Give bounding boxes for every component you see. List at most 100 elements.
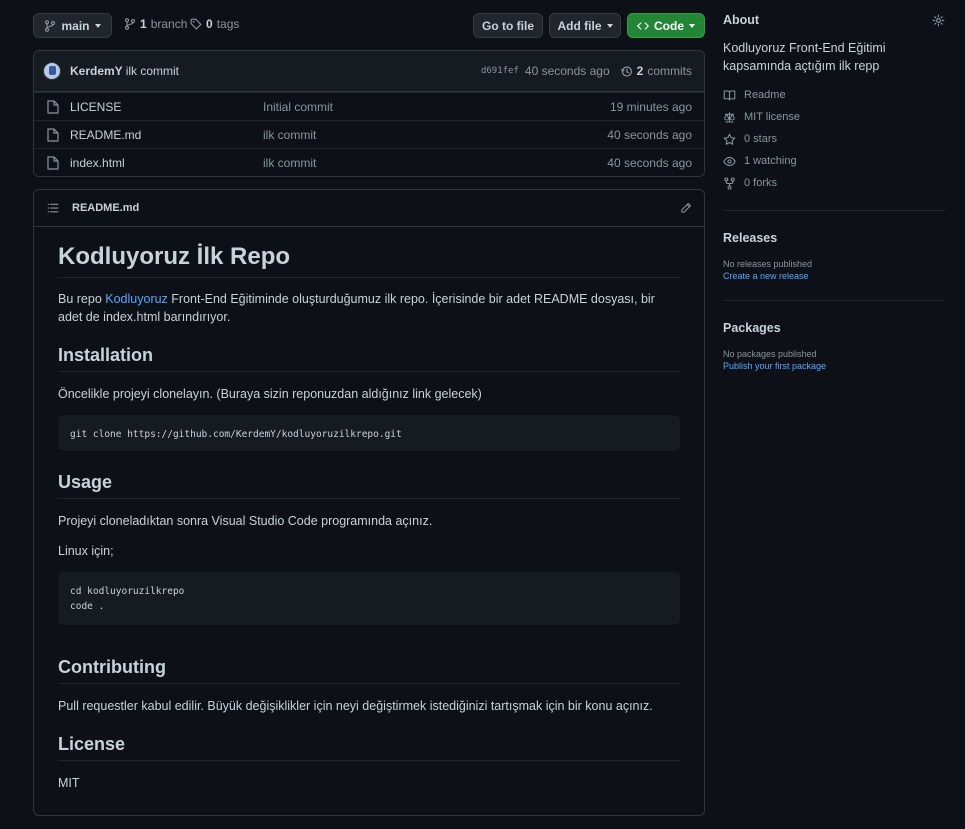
file-row[interactable]: index.html ilk commit 40 seconds ago [34,148,704,176]
file-name[interactable]: README.md [70,128,141,142]
code-button[interactable]: Code [627,13,705,38]
law-icon [723,111,736,124]
commit-meta: d691fef 40 seconds ago 2 commits [481,64,692,78]
readme-title: Kodluyoruz İlk Repo [58,243,680,278]
divider [723,300,945,301]
pencil-icon[interactable] [680,202,692,214]
readme-link[interactable]: Readme [723,84,945,106]
chevron-down-icon [606,23,613,28]
branch-name: main [61,18,90,33]
about-heading: About [723,13,760,27]
go-to-file-button[interactable]: Go to file [473,13,543,38]
commit-time: 40 seconds ago [524,64,610,78]
commit-count-label: commits [647,64,692,78]
file-icon [47,155,59,170]
file-commit-message[interactable]: ilk commit [263,156,316,170]
chevron-down-icon [689,23,695,28]
usage-heading: Usage [58,472,680,499]
commit-message[interactable]: ilk commit [126,64,179,78]
forks-link[interactable]: 0 forks [723,172,945,194]
tag-count: 0 [206,17,213,31]
watching-label: 1 watching [744,155,797,167]
code-label: Code [654,18,684,33]
about-list: Readme MIT license 0 stars 1 watching 0 … [723,84,945,194]
avatar[interactable] [43,62,61,80]
file-row[interactable]: README.md ilk commit 40 seconds ago [34,120,704,148]
repo-toolbar: main 1 branch 0 tags Go to file Add file… [33,13,705,39]
branch-count: 1 [140,17,147,31]
file-age: 40 seconds ago [607,155,692,170]
readme-filename[interactable]: README.md [72,202,139,214]
readme-intro: Bu repo Kodluyoruz Front-End Eğitiminde … [58,290,680,326]
star-icon [723,133,736,146]
readme-label: Readme [744,89,786,101]
branch-icon [124,18,136,30]
branch-select-button[interactable]: main [33,13,112,38]
usage-linux-text: Linux için; [58,544,114,558]
no-packages-text: No packages published [723,349,817,359]
license-link[interactable]: MIT license [723,106,945,128]
tags-link[interactable]: 0 tags [190,17,239,31]
contributing-text: Pull requestler kabul edilir. Büyük deği… [58,699,653,713]
about-header: About [723,13,945,27]
packages-heading[interactable]: Packages [723,321,945,335]
readme-panel: README.md Kodluyoruz İlk Repo Bu repo Ko… [33,189,705,816]
go-to-file-label: Go to file [482,18,534,33]
watching-link[interactable]: 1 watching [723,150,945,172]
eye-icon [723,155,736,168]
latest-commit-bar: KerdemY ilk commit d691fef 40 seconds ag… [34,51,704,92]
history-icon [620,65,633,78]
file-commit-message[interactable]: Initial commit [263,100,333,114]
usage-text: Projeyi cloneladıktan sonra Visual Studi… [58,514,433,528]
no-releases-text: No releases published [723,259,813,269]
mit-license-link[interactable]: MIT [58,774,680,792]
book-icon [723,89,736,102]
file-browser: KerdemY ilk commit d691fef 40 seconds ag… [33,50,705,177]
file-commit-message[interactable]: ilk commit [263,128,316,142]
file-name[interactable]: index.html [70,156,125,170]
file-row[interactable]: LICENSE Initial commit 19 minutes ago [34,92,704,120]
commits-history-link[interactable]: 2 commits [620,64,692,78]
commit-count: 2 [636,64,644,78]
installation-text: Öncelikle projeyi clonelayın. (Buraya si… [58,387,482,401]
license-heading: License [58,734,680,761]
releases-section: Releases No releases published Create a … [723,231,945,281]
chevron-down-icon [94,23,101,28]
stars-link[interactable]: 0 stars [723,128,945,150]
commit-author[interactable]: KerdemY [70,64,123,78]
tag-icon [190,18,202,30]
installation-heading: Installation [58,345,680,372]
installation-code-block[interactable]: git clone https://github.com/KerdemY/kod… [58,415,680,451]
publish-package-link[interactable]: Publish your first package [723,361,945,371]
releases-heading[interactable]: Releases [723,231,945,245]
code-icon [637,20,649,32]
file-icon [47,99,59,114]
contributing-heading: Contributing [58,657,680,684]
file-name[interactable]: LICENSE [70,100,121,114]
branches-link[interactable]: 1 branch [124,17,187,31]
license-label: MIT license [744,111,801,123]
packages-section: Packages No packages published Publish y… [723,321,945,371]
branch-icon [44,19,56,32]
intro-text-before: Bu repo [58,292,106,306]
gear-icon[interactable] [932,14,945,27]
file-icon [47,127,59,142]
fork-icon [723,176,736,190]
stars-label: 0 stars [744,133,778,145]
create-release-link[interactable]: Create a new release [723,271,945,281]
about-description: Kodluyoruz Front-End Eğitimi kapsamında … [723,41,886,73]
usage-code-block[interactable]: cd kodluyoruzilkrepo code . [58,572,680,625]
file-age: 19 minutes ago [609,99,692,114]
branch-label: branch [150,17,188,31]
list-icon[interactable] [47,202,59,214]
commit-sha[interactable]: d691fef [481,66,519,76]
readme-header: README.md [34,190,704,227]
tag-label: tags [216,17,240,31]
add-file-label: Add file [557,18,602,33]
kodluyoruz-link[interactable]: Kodluyoruz [105,292,168,306]
add-file-button[interactable]: Add file [549,13,621,38]
divider [723,210,945,211]
file-age: 40 seconds ago [607,127,692,142]
repo-sidebar: About Kodluyoruz Front-End Eğitimi kapsa… [723,13,945,371]
forks-label: 0 forks [744,177,778,189]
